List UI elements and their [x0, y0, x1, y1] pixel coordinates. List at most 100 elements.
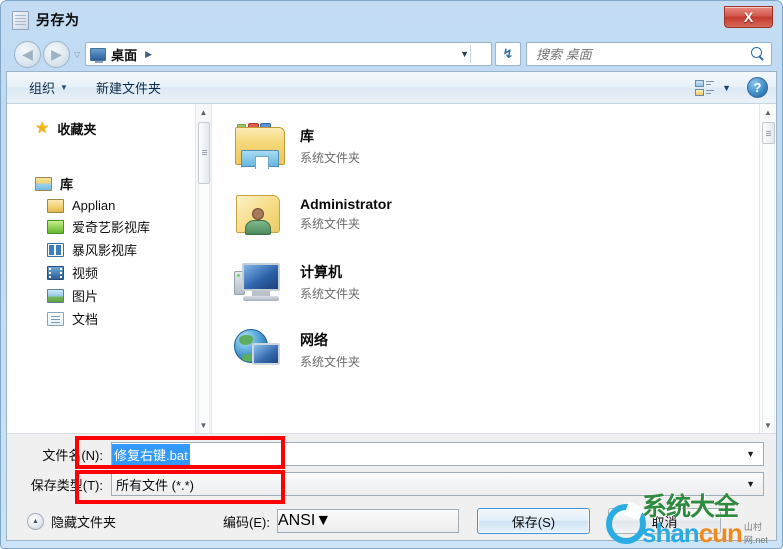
- list-item[interactable]: 网络 系统文件夹: [234, 316, 759, 384]
- command-toolbar: 组织 ▼ 新建文件夹 ▼ ?: [7, 72, 776, 104]
- list-item[interactable]: 库 系统文件夹: [234, 112, 759, 180]
- filetype-row: 保存类型(T): 所有文件 (*.*) ▼: [19, 472, 764, 496]
- filename-combo[interactable]: 修复右键.bat ▼: [111, 442, 764, 466]
- list-item-type: 系统文件夹: [300, 151, 361, 165]
- sidebar-item-libraries[interactable]: 库: [7, 171, 195, 196]
- history-dropdown-button[interactable]: ▽: [74, 50, 80, 59]
- back-arrow-icon: ◀: [22, 46, 33, 62]
- list-item-name: 计算机: [300, 264, 342, 280]
- new-folder-button[interactable]: 新建文件夹: [88, 75, 169, 100]
- chevron-down-icon: ▼: [60, 83, 68, 92]
- sidebar-item-label: 视频: [72, 266, 99, 281]
- hide-folders-button[interactable]: ▲ 隐藏文件夹: [19, 512, 116, 531]
- list-item[interactable]: 计算机 系统文件夹: [234, 248, 759, 316]
- baofeng-icon: [47, 242, 64, 257]
- computer-icon: [234, 259, 286, 305]
- filename-input[interactable]: 修复右键.bat: [112, 443, 190, 465]
- sidebar-item-baofeng[interactable]: 暴风影视库: [7, 238, 195, 261]
- save-button[interactable]: 保存(S): [476, 508, 590, 534]
- filetype-label: 保存类型(T):: [30, 477, 103, 493]
- computer-icon-base: [243, 296, 279, 301]
- sidebar-item-label: Applian: [72, 198, 116, 213]
- title-bar: 另存为 X: [6, 5, 777, 37]
- back-button[interactable]: ◀: [14, 40, 41, 68]
- close-icon: X: [743, 9, 754, 25]
- navigation-pane: ★ 收藏夹 库 Applian 爱奇艺影视库 暴风影视库 视频 图片 文档 ▲ …: [7, 104, 212, 433]
- new-folder-label: 新建文件夹: [95, 81, 161, 96]
- scroll-down-icon[interactable]: ▼: [196, 417, 211, 433]
- video-icon: [47, 265, 64, 280]
- desktop-icon: [90, 47, 107, 63]
- network-icon: [234, 327, 286, 373]
- scroll-up-icon[interactable]: ▲: [760, 104, 776, 120]
- list-item-text: 计算机 系统文件夹: [300, 262, 360, 302]
- list-item-name: 网络: [300, 332, 328, 348]
- sidebar-item-label: 爱奇艺影视库: [72, 220, 151, 235]
- view-icon-line-3: [706, 89, 715, 91]
- file-list: 库 系统文件夹 Administrator 系统文件夹 计算机 系统文件夹 网络…: [212, 104, 776, 433]
- scrollbar-track[interactable]: [761, 144, 775, 433]
- chevron-down-icon[interactable]: ▼: [315, 512, 331, 530]
- sidebar-item-applian[interactable]: Applian: [7, 196, 195, 215]
- list-item-text: Administrator 系统文件夹: [300, 196, 392, 232]
- view-mode-icon[interactable]: [695, 79, 715, 97]
- search-box[interactable]: [526, 42, 772, 66]
- filetype-combo[interactable]: 所有文件 (*.*) ▼: [111, 472, 764, 496]
- search-input[interactable]: [536, 46, 751, 62]
- chevron-down-icon[interactable]: ▼: [746, 449, 755, 459]
- save-form: 文件名(N): 修复右键.bat ▼ 保存类型(T): 所有文件 (*.*) ▼…: [7, 433, 776, 540]
- document-icon: [47, 311, 64, 326]
- list-item-type: 系统文件夹: [300, 287, 361, 301]
- address-bar[interactable]: 桌面 ▶ ▼: [85, 42, 492, 66]
- list-item-name: 库: [300, 128, 314, 144]
- navigation-pane-scrollbar[interactable]: ▲ ▼: [195, 104, 211, 433]
- breadcrumb-chevron-icon[interactable]: ▶: [145, 49, 152, 60]
- help-button[interactable]: ?: [747, 77, 768, 98]
- forward-button[interactable]: ▶: [43, 40, 70, 68]
- filename-label: 文件名(N):: [42, 447, 103, 463]
- scrollbar-thumb[interactable]: [197, 122, 210, 184]
- user-folder-icon: [234, 191, 286, 237]
- list-item-type: 系统文件夹: [300, 355, 361, 369]
- scroll-up-icon[interactable]: ▲: [196, 104, 211, 120]
- cancel-button[interactable]: 取消: [607, 508, 721, 534]
- iqiyi-icon: [47, 219, 64, 234]
- view-icon-line-2: [706, 83, 712, 85]
- library-icon: [234, 123, 286, 169]
- picture-icon: [47, 288, 64, 303]
- encoding-label: 编码(E):: [223, 514, 270, 530]
- address-dropdown-icon[interactable]: ▼: [460, 49, 469, 59]
- user-folder-icon-head: [252, 208, 264, 220]
- forward-arrow-icon: ▶: [51, 46, 62, 62]
- encoding-combo[interactable]: ANSI ▼: [276, 509, 459, 533]
- scrollbar-track[interactable]: [197, 184, 210, 433]
- chevron-down-icon[interactable]: ▼: [746, 479, 755, 489]
- sidebar-item-iqiyi[interactable]: 爱奇艺影视库: [7, 215, 195, 238]
- close-button[interactable]: X: [724, 6, 773, 28]
- view-icon-square-top: [695, 79, 705, 87]
- sidebar-item-documents[interactable]: 文档: [7, 307, 195, 330]
- list-item[interactable]: Administrator 系统文件夹: [234, 180, 759, 248]
- window-title: 另存为: [36, 12, 80, 28]
- scrollbar-thumb[interactable]: [761, 122, 775, 144]
- navigation-pane-scroll: ★ 收藏夹 库 Applian 爱奇艺影视库 暴风影视库 视频 图片 文档: [7, 104, 195, 433]
- file-list-scrollbar[interactable]: ▲ ▼: [759, 104, 776, 433]
- refresh-icon: ↯: [502, 46, 514, 61]
- title-bar-left: 另存为: [6, 5, 777, 30]
- sidebar-item-favorites[interactable]: ★ 收藏夹: [7, 116, 195, 141]
- sidebar-item-pictures[interactable]: 图片: [7, 284, 195, 307]
- view-icon-line-4: [706, 92, 712, 94]
- organize-button[interactable]: 组织 ▼: [21, 75, 76, 100]
- sidebar-item-videos[interactable]: 视频: [7, 261, 195, 284]
- view-mode-chevron-down-icon[interactable]: ▼: [722, 83, 731, 93]
- scroll-down-icon[interactable]: ▼: [760, 417, 776, 433]
- sidebar-favorites-label: 收藏夹: [57, 122, 97, 137]
- refresh-button[interactable]: ↯: [495, 42, 521, 66]
- folder-icon: [47, 198, 64, 213]
- help-icon: ?: [753, 80, 762, 95]
- view-icon-line-1: [706, 80, 715, 82]
- file-list-items: 库 系统文件夹 Administrator 系统文件夹 计算机 系统文件夹 网络…: [212, 104, 759, 433]
- breadcrumb-current[interactable]: 桌面: [111, 45, 137, 64]
- sidebar-libraries-label: 库: [60, 177, 74, 192]
- list-item-text: 库 系统文件夹: [300, 126, 360, 166]
